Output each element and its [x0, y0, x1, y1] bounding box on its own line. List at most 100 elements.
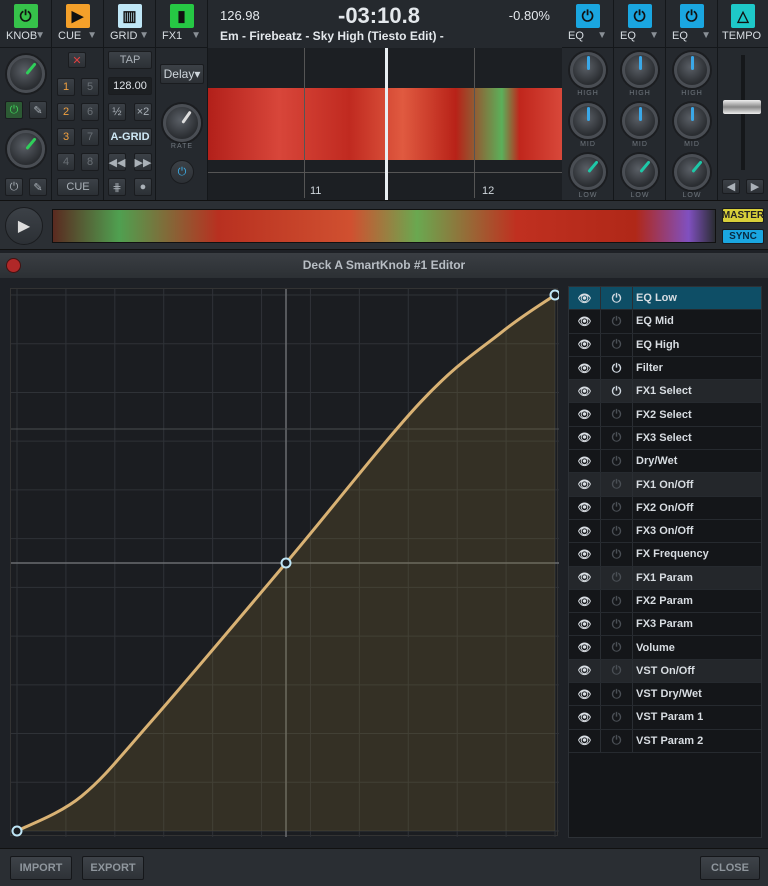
- metronome-icon[interactable]: △: [731, 4, 755, 28]
- play-button[interactable]: ▶: [5, 207, 43, 245]
- piano-grid-icon[interactable]: ▥: [117, 4, 142, 28]
- eye-icon[interactable]: 👁: [569, 706, 601, 729]
- power-icon[interactable]: ⏻: [601, 683, 633, 706]
- parameter-row[interactable]: 👁 ⏻ VST Param 2: [569, 729, 761, 753]
- delete-cue-button[interactable]: ✕: [68, 52, 86, 68]
- power-icon[interactable]: ⏻: [13, 4, 38, 28]
- cue-button-1[interactable]: 1: [57, 78, 75, 96]
- cue-button-4[interactable]: 4: [57, 153, 75, 171]
- parameter-row[interactable]: 👁 ⏻ FX3 Select: [569, 426, 761, 451]
- export-button[interactable]: EXPORT: [82, 856, 144, 880]
- parameter-row[interactable]: 👁 ⏻ VST Param 1: [569, 706, 761, 730]
- chevron-down-icon[interactable]: ▼: [701, 30, 711, 41]
- parameter-row[interactable]: 👁 ⏻ EQ Mid: [569, 310, 761, 334]
- power-icon[interactable]: ⏻: [601, 310, 633, 333]
- power-icon[interactable]: ⏻: [601, 543, 633, 566]
- eye-icon[interactable]: 👁: [569, 613, 601, 636]
- waveform[interactable]: 11 12: [208, 48, 562, 200]
- half-bpm-button[interactable]: ½: [108, 103, 126, 121]
- playhead[interactable]: [385, 48, 388, 200]
- eye-icon[interactable]: 👁: [569, 380, 601, 403]
- power-icon[interactable]: ⏻: [575, 4, 600, 28]
- parameter-row[interactable]: 👁 ⏻ VST Dry/Wet: [569, 683, 761, 707]
- power-icon[interactable]: ⏻: [601, 566, 633, 589]
- curve-control-point[interactable]: [11, 825, 23, 837]
- eye-icon[interactable]: 👁: [569, 636, 601, 659]
- parameter-row[interactable]: 👁 ⏻ Dry/Wet: [569, 450, 761, 474]
- parameter-row[interactable]: 👁 ⏻ FX1 Param: [569, 566, 761, 590]
- power-icon[interactable]: ⏻: [601, 496, 633, 519]
- chevron-down-icon[interactable]: ▼: [139, 30, 149, 41]
- curve-svg[interactable]: [11, 289, 561, 837]
- eq-knob-low[interactable]: [674, 154, 710, 190]
- tempo-slider-handle[interactable]: [723, 100, 761, 114]
- power-icon[interactable]: ⏻: [601, 613, 633, 636]
- close-button[interactable]: CLOSE: [700, 856, 760, 880]
- power-icon[interactable]: ⏻: [601, 659, 633, 683]
- power-icon[interactable]: ⏻: [601, 706, 633, 729]
- fx-power-button[interactable]: ⏻: [170, 160, 194, 184]
- eye-icon[interactable]: 👁: [569, 450, 601, 473]
- eq-knob-mid[interactable]: [570, 103, 606, 139]
- double-bpm-button[interactable]: ×2: [134, 103, 152, 121]
- eye-icon[interactable]: 👁: [569, 566, 601, 589]
- cue-button-3[interactable]: 3: [57, 128, 75, 146]
- eye-icon[interactable]: 👁: [569, 403, 601, 426]
- chevron-down-icon[interactable]: ▼: [191, 30, 201, 41]
- play-cue-icon[interactable]: ▶: [65, 4, 90, 28]
- parameter-row[interactable]: 👁 ⏻ FX1 On/Off: [569, 473, 761, 497]
- power-icon[interactable]: ⏻: [679, 4, 704, 28]
- cue-button-7[interactable]: 7: [81, 128, 99, 146]
- power-icon[interactable]: ⏻: [601, 403, 633, 426]
- curve-graph[interactable]: [10, 288, 561, 837]
- power-icon[interactable]: ⏻: [601, 729, 633, 752]
- grid-shift-left-button[interactable]: ◀◀: [108, 153, 126, 171]
- parameter-row[interactable]: 👁 ⏻ EQ Low: [569, 287, 761, 311]
- parameter-row[interactable]: 👁 ⏻ FX3 On/Off: [569, 519, 761, 544]
- grid-shift-right-button[interactable]: ▶▶: [134, 153, 152, 171]
- smart-knob-1[interactable]: [7, 55, 45, 93]
- power-icon[interactable]: ⏻: [601, 450, 633, 473]
- chevron-down-icon[interactable]: ▼: [597, 30, 607, 41]
- chevron-down-icon[interactable]: ▼: [35, 30, 45, 41]
- eye-icon[interactable]: 👁: [569, 310, 601, 333]
- pitch-bend-right-button[interactable]: ▶: [746, 179, 764, 194]
- eq-knob-high[interactable]: [622, 52, 658, 88]
- knob2-power-button[interactable]: ⏻: [5, 178, 23, 196]
- eq-knob-low[interactable]: [570, 154, 606, 190]
- fx-select-dropdown[interactable]: Delay ▾: [160, 64, 204, 84]
- fx-rate-knob[interactable]: [163, 104, 201, 142]
- power-icon[interactable]: ⏻: [601, 356, 633, 380]
- parameter-row[interactable]: 👁 ⏻ FX3 Param: [569, 613, 761, 637]
- equalizer-bars-icon[interactable]: ▮: [169, 4, 194, 28]
- master-button[interactable]: MASTER: [722, 208, 764, 223]
- parameter-row[interactable]: 👁 ⏻ EQ High: [569, 333, 761, 357]
- cue-button[interactable]: CUE: [57, 178, 99, 196]
- parameter-row[interactable]: 👁 ⏻ Filter: [569, 356, 761, 381]
- curve-control-point[interactable]: [549, 289, 561, 301]
- power-icon[interactable]: ⏻: [601, 426, 633, 450]
- knob1-edit-button[interactable]: ✎: [29, 101, 47, 119]
- knob-header[interactable]: ⏻ KNOB ▼: [0, 0, 51, 48]
- eye-icon[interactable]: 👁: [569, 543, 601, 566]
- eye-icon[interactable]: 👁: [569, 683, 601, 706]
- track-overview[interactable]: [52, 209, 716, 243]
- cue-button-6[interactable]: 6: [81, 103, 99, 121]
- power-icon[interactable]: ⏻: [601, 287, 633, 310]
- parameter-row[interactable]: 👁 ⏻ FX Frequency: [569, 543, 761, 567]
- eq-knob-mid[interactable]: [674, 103, 710, 139]
- tap-button[interactable]: TAP: [108, 51, 152, 69]
- eq-knob-high[interactable]: [570, 52, 606, 88]
- cue-header[interactable]: ▶ CUE ▼: [52, 0, 103, 48]
- eye-icon[interactable]: 👁: [569, 589, 601, 613]
- parameter-row[interactable]: 👁 ⏻ FX2 On/Off: [569, 496, 761, 520]
- grid-single-button[interactable]: ●: [134, 178, 152, 196]
- cue-button-8[interactable]: 8: [81, 153, 99, 171]
- power-icon[interactable]: ⏻: [601, 589, 633, 613]
- parameter-row[interactable]: 👁 ⏻ FX2 Param: [569, 589, 761, 614]
- power-icon[interactable]: ⏻: [627, 4, 652, 28]
- eye-icon[interactable]: 👁: [569, 496, 601, 519]
- parameter-row[interactable]: 👁 ⏻ FX1 Select: [569, 380, 761, 404]
- power-icon[interactable]: ⏻: [601, 519, 633, 543]
- import-button[interactable]: IMPORT: [10, 856, 72, 880]
